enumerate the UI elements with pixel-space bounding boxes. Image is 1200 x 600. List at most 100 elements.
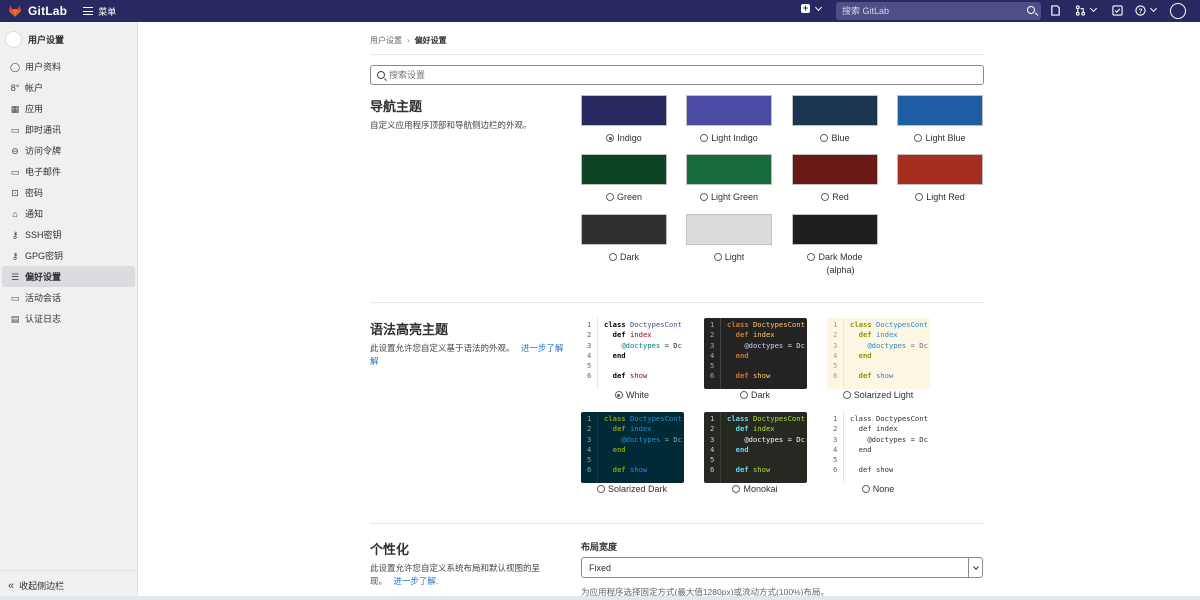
learn-more-link[interactable]: 进一步了解: [521, 343, 564, 353]
token-icon: ⊖: [11, 145, 19, 156]
radio-button[interactable]: [596, 485, 605, 493]
theme-radio-option[interactable]: Light Red: [887, 191, 993, 204]
theme-label-wrap: Light Green: [711, 191, 758, 204]
syntax-preview[interactable]: 1 2 3 4 5 6 class DoctypesCont def index @doct…: [581, 412, 684, 483]
sidebar-item[interactable]: ▦ 应用: [2, 98, 135, 119]
theme-radio-option[interactable]: Light Indigo: [676, 132, 782, 145]
theme-radio-option[interactable]: Dark: [571, 251, 677, 264]
theme-swatch[interactable]: [581, 214, 667, 245]
global-search-input[interactable]: [842, 6, 1017, 16]
syntax-radio-option[interactable]: None: [825, 483, 931, 496]
theme-swatch[interactable]: [581, 95, 667, 126]
syntax-radio-option[interactable]: Solarized Dark: [579, 483, 685, 496]
syntax-preview[interactable]: 1 2 3 4 5 6 class DoctypesCont def index @doct…: [704, 318, 807, 389]
learn-more-link[interactable]: 进一步了解.: [393, 576, 438, 586]
menu-label: 菜单: [98, 6, 117, 17]
radio-button[interactable]: [914, 134, 923, 142]
merge-requests-icon[interactable]: [1075, 5, 1086, 16]
sidebar-item-label: 用户资料: [25, 62, 62, 72]
sidebar-item[interactable]: ⊡ 密码: [2, 182, 135, 203]
sidebar-item[interactable]: ◯ 用户资料: [2, 56, 135, 77]
radio-button[interactable]: [700, 134, 709, 142]
theme-swatch[interactable]: [686, 95, 772, 126]
radio-button[interactable]: [820, 134, 829, 142]
theme-swatch[interactable]: [686, 214, 772, 245]
theme-radio-option[interactable]: Red: [782, 191, 888, 204]
theme-swatch[interactable]: [686, 154, 772, 185]
sidebar-item[interactable]: ▤ 认证日志: [2, 308, 135, 329]
syntax-preview[interactable]: 1 2 3 4 5 6 class DoctypesCont def index @doct…: [827, 318, 930, 389]
syntax-preview[interactable]: 1 2 3 4 5 6 class DoctypesCont def index @doct…: [704, 412, 807, 483]
syntax-radio-option[interactable]: Dark: [702, 389, 808, 402]
lock-icon: ⊡: [11, 187, 19, 198]
syntax-preview[interactable]: 1 2 3 4 5 6 class DoctypesCont def index @doct…: [827, 412, 930, 483]
radio-button[interactable]: [606, 134, 615, 142]
help-icon[interactable]: ?: [1135, 5, 1146, 16]
search-icon: [1027, 6, 1035, 14]
theme-swatch[interactable]: [792, 154, 878, 185]
chevron-down-icon[interactable]: [1089, 4, 1098, 13]
radio-button[interactable]: [699, 193, 708, 201]
syntax-radio-option[interactable]: White: [579, 389, 685, 402]
global-search[interactable]: [836, 2, 1041, 20]
theme-radio-option[interactable]: Dark Mode (alpha): [782, 251, 888, 277]
chevron-down-icon[interactable]: [1149, 4, 1158, 13]
theme-radio-option[interactable]: Indigo: [571, 132, 677, 145]
sidebar-item[interactable]: ⌂ 通知: [2, 203, 135, 224]
syntax-preview[interactable]: 1 2 3 4 5 6 class DoctypesCont def index @doct…: [581, 318, 684, 389]
todo-icon[interactable]: [1112, 5, 1123, 16]
sidebar-item[interactable]: ▭ 活动会话: [2, 287, 135, 308]
settings-search[interactable]: [370, 65, 984, 85]
theme-radio-option[interactable]: Light: [676, 251, 782, 264]
radio-button[interactable]: [915, 193, 924, 201]
radio-button[interactable]: [608, 253, 617, 261]
theme-radio-option[interactable]: Light Blue: [887, 132, 993, 145]
theme-radio-option[interactable]: Green: [571, 191, 677, 204]
theme-swatch[interactable]: [792, 214, 878, 245]
syntax-theme-label: Solarized Light: [853, 390, 914, 400]
settings-search-input[interactable]: [389, 70, 969, 80]
radio-button[interactable]: [614, 391, 623, 399]
new-dropdown-button[interactable]: +: [801, 3, 823, 13]
theme-swatch[interactable]: [897, 154, 983, 185]
layout-width-label: 布局宽度: [581, 542, 618, 552]
sidebar-header[interactable]: 用户设置: [0, 22, 137, 56]
radio-button[interactable]: [821, 193, 830, 201]
sidebar-item[interactable]: ⚷ SSH密钥: [2, 224, 135, 245]
sidebar-item[interactable]: ⚷ GPG密钥: [2, 245, 135, 266]
syntax-radio-option[interactable]: Solarized Light: [825, 389, 931, 402]
bell-icon: ⌂: [12, 208, 18, 219]
theme-swatch[interactable]: [581, 154, 667, 185]
hamburger-icon: [83, 7, 94, 15]
theme-radio-option[interactable]: Light Green: [676, 191, 782, 204]
gitlab-logo[interactable]: GitLab: [8, 4, 67, 18]
radio-button[interactable]: [605, 193, 614, 201]
sidebar-item-label: SSH密钥: [25, 230, 62, 240]
radio-button[interactable]: [861, 485, 870, 493]
key-icon: ⚷: [11, 250, 19, 261]
user-avatar[interactable]: [1170, 3, 1186, 19]
theme-swatch[interactable]: [792, 95, 878, 126]
sidebar-item[interactable]: ▭ 即时通讯: [2, 119, 135, 140]
menu-button[interactable]: 菜单: [83, 5, 116, 18]
issues-icon[interactable]: [1050, 5, 1061, 16]
line-numbers: 123456: [827, 318, 844, 389]
learn-more-link-tail[interactable]: 解: [370, 356, 379, 366]
chat-icon: ▭: [10, 124, 20, 135]
layout-width-select[interactable]: Fixed: [581, 557, 983, 578]
breadcrumb-parent[interactable]: 用户设置: [370, 35, 402, 46]
radio-button[interactable]: [732, 485, 741, 493]
theme-label: Dark Mode: [818, 252, 863, 262]
radio-button[interactable]: [739, 391, 748, 399]
radio-button[interactable]: [842, 391, 851, 399]
sidebar-item[interactable]: ⊖ 访问令牌: [2, 140, 135, 161]
syntax-radio-option[interactable]: Monokai: [702, 483, 808, 496]
sidebar-item-label: 认证日志: [25, 314, 62, 324]
sidebar-item[interactable]: ☰ 偏好设置: [2, 266, 135, 287]
theme-swatch[interactable]: [897, 95, 983, 126]
radio-button[interactable]: [807, 253, 816, 261]
radio-button[interactable]: [713, 253, 722, 261]
sidebar-item[interactable]: 8° 帐户: [2, 77, 135, 98]
theme-radio-option[interactable]: Blue: [782, 132, 888, 145]
sidebar-item[interactable]: ▭ 电子邮件: [2, 161, 135, 182]
